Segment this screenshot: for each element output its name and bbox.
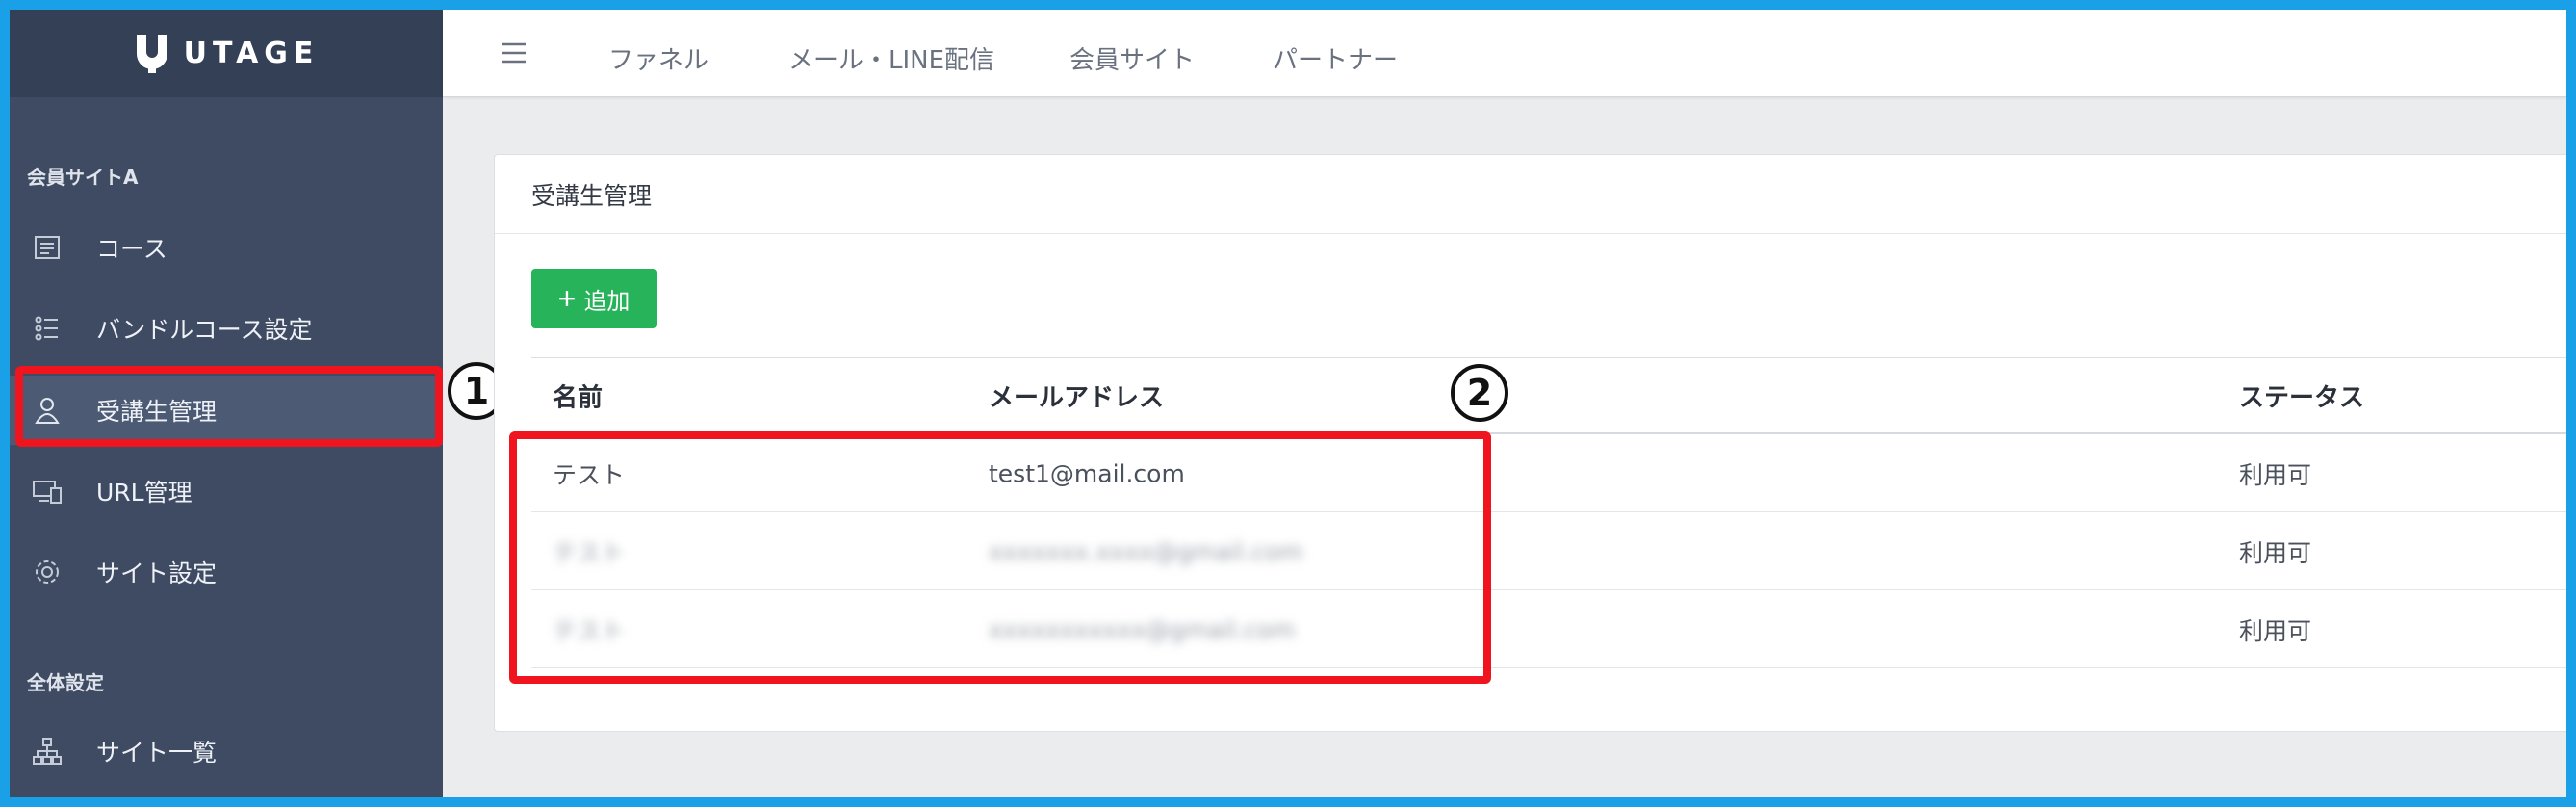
topnav-member-site[interactable]: 会員サイト — [1069, 40, 1195, 76]
plus-icon: + — [557, 281, 577, 316]
card-title: 受講生管理 — [495, 155, 2566, 234]
column-header-name: 名前 — [553, 383, 604, 412]
add-student-button[interactable]: + 追加 — [531, 269, 657, 328]
section-title-site: 会員サイトA — [27, 166, 139, 189]
devices-icon — [33, 481, 62, 504]
sidebar-item-url[interactable]: URL管理 — [10, 456, 443, 526]
sidebar-item-label: サイト一覧 — [96, 739, 218, 767]
topnav-partner[interactable]: パートナー — [1273, 40, 1398, 76]
document-icon — [35, 236, 60, 259]
gear-icon — [36, 560, 59, 584]
highlight-box-table-rows — [509, 431, 1491, 684]
sidebar-item-bundle[interactable]: バンドルコース設定 — [10, 294, 443, 363]
table-header: 名前 メールアドレス ステータス — [531, 357, 2566, 434]
sidebar-item-label: バンドルコース設定 — [96, 316, 313, 344]
brand-name: UTAGE — [183, 37, 320, 70]
sidebar-item-site-settings[interactable]: サイト設定 — [10, 537, 443, 607]
section-title-global: 全体設定 — [27, 671, 104, 694]
utage-logo-icon — [136, 34, 167, 73]
sidebar-item-label: コース — [96, 235, 167, 263]
annotation-marker-2: 2 — [1451, 364, 1508, 422]
column-header-status: ステータス — [2239, 383, 2365, 412]
app-window: UTAGE 会員サイトA コース バンドルコース設定 受講生管理 URL管理 サ… — [10, 10, 2566, 797]
sitemap-icon — [33, 738, 62, 765]
add-button-label: 追加 — [583, 288, 631, 315]
cell-status: 利用可 — [2239, 460, 2312, 489]
cell-status: 利用可 — [2239, 538, 2312, 567]
sidebar-item-label: URL管理 — [96, 479, 193, 507]
topnav-funnel[interactable]: ファネル — [608, 40, 708, 76]
menu-icon[interactable] — [501, 40, 528, 65]
cell-status: 利用可 — [2239, 616, 2312, 645]
brand-header[interactable]: UTAGE — [10, 10, 443, 97]
highlight-box-sidebar — [15, 366, 443, 447]
sidebar-item-site-list[interactable]: サイト一覧 — [10, 716, 443, 786]
list-icon — [35, 316, 58, 341]
top-navbar: ファネル メール・LINE配信 会員サイト パートナー — [443, 10, 2566, 97]
sidebar-item-course[interactable]: コース — [10, 213, 443, 282]
sidebar-item-label: サイト設定 — [96, 560, 218, 587]
column-header-email: メールアドレス — [989, 383, 1165, 412]
topnav-mail-line[interactable]: メール・LINE配信 — [788, 40, 994, 76]
